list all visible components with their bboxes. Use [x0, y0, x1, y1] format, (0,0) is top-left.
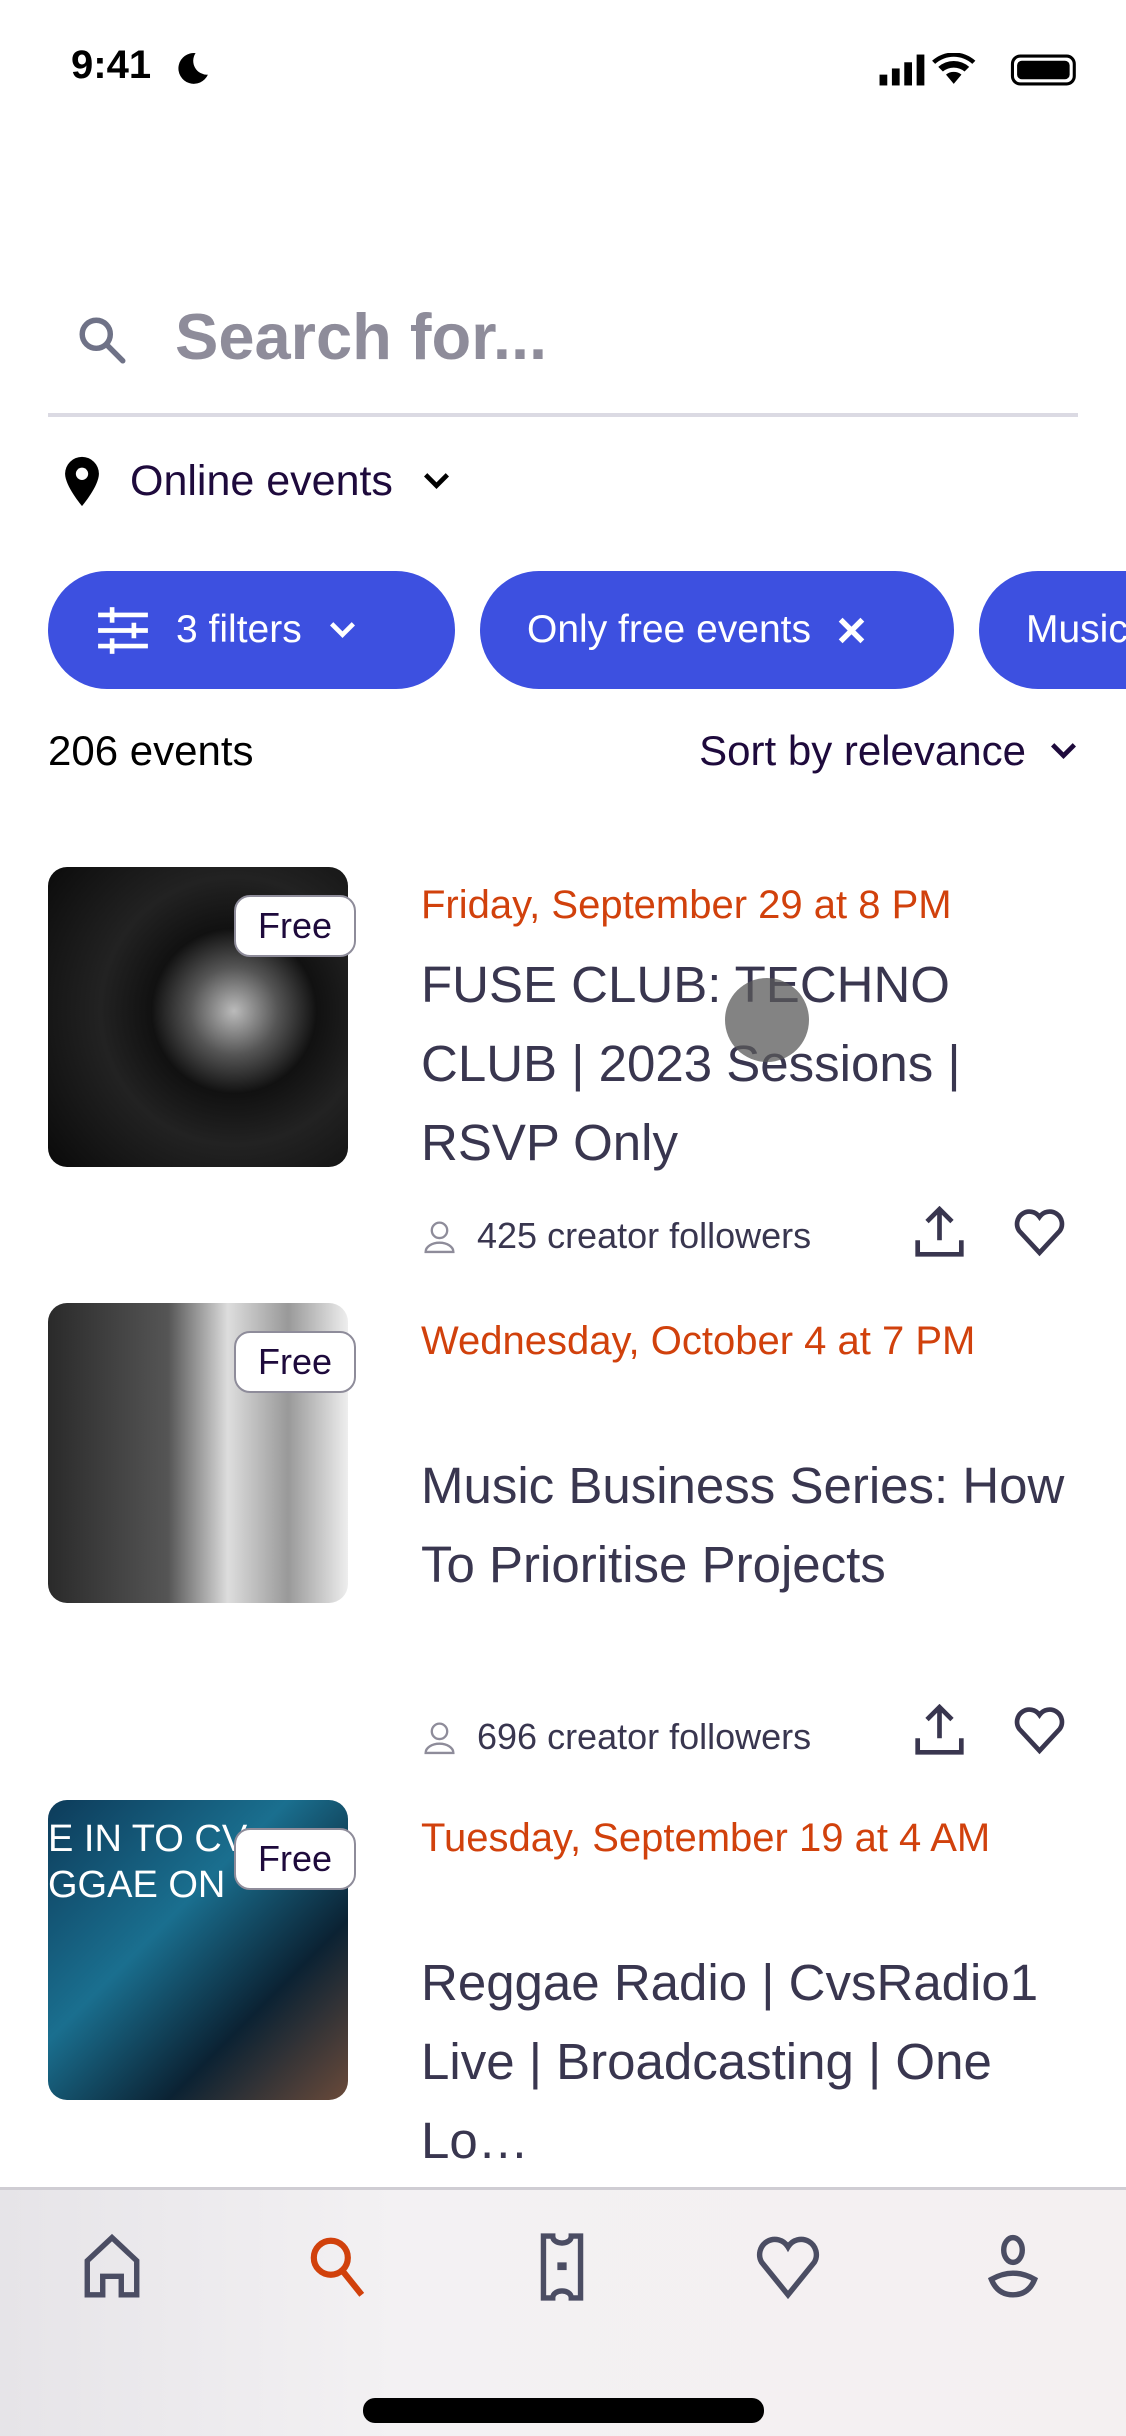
event-actions: [913, 1704, 1066, 1757]
touch-indicator: [725, 978, 809, 1062]
event-followers: 696 creator followers: [421, 1716, 811, 1758]
search-input[interactable]: Search for...: [175, 295, 547, 379]
search-icon: [79, 317, 126, 364]
event-date: Tuesday, September 19 at 4 AM: [421, 1816, 991, 1860]
share-icon[interactable]: [913, 1206, 966, 1259]
event-actions: [913, 1206, 1066, 1259]
event-card[interactable]: E IN TO CV GGAE ON Free Tuesday, Septemb…: [48, 1800, 1088, 2235]
filter-chip-music[interactable]: Music: [979, 571, 1126, 689]
tab-profile[interactable]: [974, 2233, 1052, 2311]
tab-bar: [0, 2187, 1126, 2436]
sort-dropdown[interactable]: Sort by relevance: [699, 727, 1079, 775]
results-count: 206 events: [48, 727, 254, 774]
filters-button[interactable]: 3 filters: [48, 571, 455, 689]
chevron-down-icon: [423, 473, 449, 489]
event-card[interactable]: Free Friday, September 29 at 8 PM FUSE C…: [48, 867, 1088, 1302]
app: 9:41 Search for... Online events 3 filte…: [0, 0, 1126, 2436]
heart-icon[interactable]: [1013, 1704, 1066, 1757]
event-title[interactable]: Reggae Radio | CvsRadio1 Live | Broadcas…: [421, 1943, 1073, 2180]
filter-chip-label: Only free events: [527, 608, 811, 651]
event-title[interactable]: FUSE CLUB: TECHNO CLUB | 2023 Sessions |…: [421, 945, 1073, 1182]
search-icon: [310, 2237, 365, 2297]
event-card[interactable]: Free Wednesday, October 4 at 7 PM Music …: [48, 1303, 1088, 1757]
event-title[interactable]: Music Business Series: How To Prioritise…: [421, 1446, 1073, 1604]
share-icon[interactable]: [913, 1704, 966, 1757]
filter-chip-label: Music: [1026, 608, 1126, 651]
location-selector[interactable]: Online events: [62, 450, 452, 512]
sliders-icon: [98, 606, 148, 654]
location-pin-icon: [65, 456, 99, 506]
event-image-text: E IN TO CV GGAE ON: [48, 1818, 248, 1906]
sort-label: Sort by relevance: [699, 727, 1026, 774]
chevron-down-icon: [329, 622, 355, 638]
event-date: Wednesday, October 4 at 7 PM: [421, 1319, 976, 1363]
tab-tickets[interactable]: [523, 2233, 601, 2311]
free-badge: Free: [234, 895, 357, 957]
close-icon[interactable]: [836, 615, 867, 646]
person-icon: [424, 1220, 455, 1253]
tab-search[interactable]: [298, 2233, 376, 2311]
home-icon: [84, 2233, 140, 2298]
event-date: Friday, September 29 at 8 PM: [421, 883, 952, 927]
heart-icon[interactable]: [1013, 1206, 1066, 1259]
tab-likes[interactable]: [749, 2233, 827, 2311]
location-label: Online events: [130, 456, 393, 505]
heart-icon: [756, 2236, 820, 2300]
filters-label: 3 filters: [176, 608, 302, 651]
event-followers: 425 creator followers: [421, 1215, 811, 1257]
status-time: 9:41: [71, 43, 152, 87]
search-bar[interactable]: Search for...: [48, 295, 1078, 417]
followers-count: 696 creator followers: [477, 1716, 812, 1757]
tab-home[interactable]: [73, 2233, 151, 2311]
status-icons: [879, 53, 1076, 86]
home-indicator: [363, 2398, 764, 2423]
person-icon: [424, 1721, 455, 1754]
filter-chip-free[interactable]: Only free events: [480, 571, 954, 689]
free-badge: Free: [234, 1828, 357, 1890]
profile-icon: [987, 2234, 1039, 2298]
ticket-icon: [540, 2233, 584, 2301]
moon-icon: [178, 52, 208, 84]
free-badge: Free: [234, 1331, 357, 1393]
chevron-down-icon: [1051, 743, 1076, 759]
followers-count: 425 creator followers: [477, 1215, 812, 1256]
